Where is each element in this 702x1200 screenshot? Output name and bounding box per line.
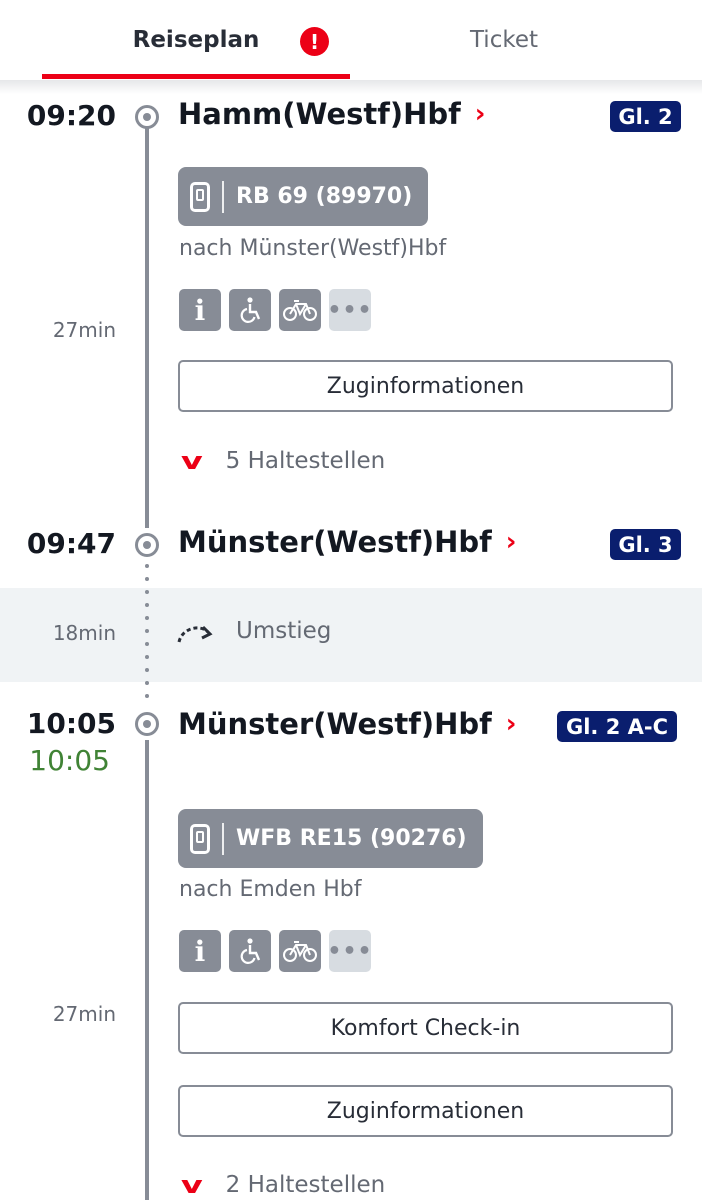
stops-expander[interactable]: v 2 Haltestellen — [180, 1171, 385, 1199]
transfer-icon — [177, 625, 213, 643]
platform-badge: Gl. 2 — [610, 101, 681, 132]
timeline-dots-transfer — [145, 558, 149, 708]
info-icon[interactable]: i — [179, 930, 221, 972]
transfer-label: Umstieg — [236, 618, 332, 644]
warning-icon: ! — [300, 27, 329, 56]
arrival-time: 09:47 — [26, 527, 116, 560]
chevron-down-icon: v — [180, 447, 203, 475]
realtime-departure: 10:05 — [29, 744, 110, 777]
chevron-right-icon: › — [505, 527, 517, 557]
transfer-duration: 18min — [52, 621, 116, 645]
tab-reiseplan-label: Reiseplan — [132, 27, 260, 53]
komfort-checkin-button[interactable]: Komfort Check-in — [178, 1002, 673, 1054]
station-name: Münster(Westf)Hbf — [178, 707, 492, 741]
wheelchair-icon[interactable] — [229, 289, 271, 331]
more-icon[interactable]: ••• — [327, 289, 372, 331]
timeline-line-leg-2 — [145, 740, 149, 1200]
timeline-line-leg-1 — [145, 128, 149, 528]
stop-marker-icon — [135, 712, 159, 736]
arrival-station-link[interactable]: Münster(Westf)Hbf › — [178, 525, 516, 559]
departure-station-link[interactable]: Hamm(Westf)Hbf › — [178, 97, 486, 131]
train-name: RB 69 (89970) — [236, 184, 413, 209]
train-direction: nach Emden Hbf — [179, 877, 362, 902]
train-direction: nach Münster(Westf)Hbf — [179, 236, 447, 261]
more-icon[interactable]: ••• — [327, 930, 372, 972]
badge-separator — [222, 180, 224, 213]
stops-count: 2 Haltestellen — [225, 1172, 386, 1198]
chevron-down-icon: v — [180, 1171, 203, 1199]
train-info-button[interactable]: Zuginformationen — [178, 1085, 673, 1137]
train-icon — [190, 181, 210, 212]
badge-separator — [222, 822, 224, 855]
tab-bar: Reiseplan ! Ticket — [0, 0, 702, 80]
tab-bar-shadow — [0, 80, 702, 94]
chevron-right-icon: › — [474, 99, 486, 129]
departure-time: 09:20 — [26, 99, 116, 132]
station-name: Hamm(Westf)Hbf — [178, 97, 461, 131]
stop-marker-icon — [135, 533, 159, 557]
stops-count: 5 Haltestellen — [225, 448, 386, 474]
info-icon[interactable]: i — [179, 289, 221, 331]
bicycle-icon[interactable] — [279, 930, 321, 972]
wheelchair-icon[interactable] — [229, 930, 271, 972]
chevron-right-icon: › — [505, 709, 517, 739]
tab-ticket[interactable]: Ticket — [350, 0, 658, 80]
train-badge[interactable]: WFB RE15 (90276) — [178, 809, 483, 868]
train-badge[interactable]: RB 69 (89970) — [178, 167, 429, 226]
departure-station-link[interactable]: Münster(Westf)Hbf › — [178, 707, 516, 741]
train-name: WFB RE15 (90276) — [236, 826, 467, 851]
platform-badge: Gl. 2 A-C — [557, 711, 677, 742]
train-info-button[interactable]: Zuginformationen — [178, 360, 673, 412]
komfort-checkin-button-label: Komfort Check-in — [330, 1015, 521, 1041]
stops-expander[interactable]: v 5 Haltestellen — [180, 447, 385, 475]
tab-ticket-label: Ticket — [469, 27, 539, 53]
leg-duration: 27min — [52, 318, 116, 342]
bicycle-icon[interactable] — [279, 289, 321, 331]
active-tab-indicator — [42, 74, 350, 79]
stop-marker-icon — [135, 105, 159, 129]
train-info-button-label: Zuginformationen — [326, 1098, 525, 1124]
train-icon — [190, 823, 210, 854]
station-name: Münster(Westf)Hbf — [178, 525, 492, 559]
train-info-button-label: Zuginformationen — [326, 373, 525, 399]
departure-time: 10:05 — [26, 707, 116, 740]
leg-duration: 27min — [52, 1002, 116, 1026]
platform-badge: Gl. 3 — [610, 529, 681, 560]
